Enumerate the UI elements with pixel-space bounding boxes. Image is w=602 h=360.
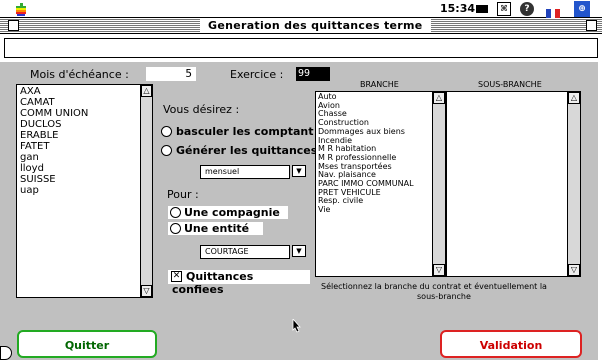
- periodicity-dropdown-arrow-icon[interactable]: ▼: [292, 165, 306, 177]
- application-menu-icon[interactable]: ⊕: [574, 1, 590, 17]
- basculer-radio[interactable]: [161, 126, 172, 137]
- window-title-bar[interactable]: Generation des quittances terme: [0, 18, 602, 34]
- vous-desirez-label: Vous désirez :: [163, 103, 240, 116]
- quit-button[interactable]: Quitter: [17, 330, 157, 358]
- sous-branche-list[interactable]: △ ▽: [446, 91, 581, 277]
- quittances-confiees-option[interactable]: ✕ Quittances confiees: [168, 270, 310, 296]
- company-list-item[interactable]: SUISSE: [20, 174, 138, 185]
- company-list-item[interactable]: gan: [20, 152, 138, 163]
- help-icon[interactable]: ?: [520, 2, 534, 16]
- entite-radio[interactable]: [170, 223, 181, 234]
- menubar-clock: 15:34: [440, 2, 476, 15]
- instruction-line-1: Sélectionnez la branche du contrat et év…: [321, 282, 547, 291]
- branche-list[interactable]: Auto Avion Chasse Construction Dommages aux …: [315, 91, 446, 277]
- sous-branche-list-scrollbar[interactable]: △ ▽: [567, 92, 580, 276]
- validate-button[interactable]: Validation: [440, 330, 582, 358]
- branche-list-item[interactable]: Resp. civile: [318, 197, 430, 206]
- company-list-item[interactable]: DUCLOS: [20, 119, 138, 130]
- zoom-box-icon[interactable]: [586, 20, 597, 31]
- branche-header: BRANCHE: [360, 80, 399, 89]
- periodicity-dropdown[interactable]: mensuel: [200, 165, 290, 179]
- company-list-item[interactable]: CAMAT: [20, 97, 138, 108]
- company-list-item[interactable]: AXA: [20, 86, 138, 97]
- quittances-confiees-checkbox[interactable]: ✕: [171, 271, 182, 282]
- company-list-item[interactable]: lloyd: [20, 163, 138, 174]
- scroll-down-arrow-icon[interactable]: ▽: [141, 285, 152, 297]
- pour-label: Pour :: [167, 188, 199, 201]
- company-list[interactable]: AXA CAMAT COMM UNION DUCLOS ERABLE FATET gan ll…: [16, 84, 153, 298]
- mouse-cursor-icon: [292, 317, 302, 333]
- mois-field[interactable]: 5: [146, 67, 196, 81]
- compagnie-option[interactable]: Une compagnie: [168, 206, 288, 219]
- generer-radio[interactable]: [161, 145, 172, 156]
- scroll-down-arrow-icon[interactable]: ▽: [433, 264, 445, 276]
- close-box-icon[interactable]: [8, 20, 19, 31]
- network-icon[interactable]: ⌘: [497, 2, 511, 16]
- company-list-item[interactable]: COMM UNION: [20, 108, 138, 119]
- entity-dropdown-arrow-icon[interactable]: ▼: [292, 245, 306, 257]
- scroll-up-arrow-icon[interactable]: △: [141, 85, 152, 97]
- exercice-label: Exercice :: [230, 68, 284, 81]
- menu-bar: 15:34 ⌘ ? ⊕: [0, 0, 602, 19]
- compagnie-radio[interactable]: [170, 207, 181, 218]
- scroll-up-arrow-icon[interactable]: △: [568, 92, 580, 104]
- company-list-item[interactable]: FATET: [20, 141, 138, 152]
- scroll-down-arrow-icon[interactable]: ▽: [568, 264, 580, 276]
- company-list-item[interactable]: uap: [20, 185, 138, 196]
- branche-list-scrollbar[interactable]: △ ▽: [432, 92, 445, 276]
- window-title: Generation des quittances terme: [200, 19, 431, 33]
- generer-label[interactable]: Générer les quittances: [176, 144, 317, 157]
- scroll-up-arrow-icon[interactable]: △: [433, 92, 445, 104]
- exercice-field[interactable]: 99: [296, 67, 330, 81]
- basculer-label[interactable]: basculer les comptant: [176, 125, 313, 138]
- message-field[interactable]: [4, 38, 598, 58]
- keyboard-flag-icon[interactable]: [546, 4, 560, 19]
- apple-menu-icon[interactable]: [14, 2, 28, 16]
- battery-icon: [476, 5, 488, 13]
- mois-label: Mois d'échéance :: [30, 68, 129, 81]
- entity-dropdown[interactable]: COURTAGE: [200, 245, 290, 259]
- sous-branche-header: SOUS-BRANCHE: [478, 80, 542, 89]
- company-list-item[interactable]: ERABLE: [20, 130, 138, 141]
- instruction-line-2: sous-branche: [417, 292, 471, 301]
- entite-option[interactable]: Une entité: [168, 222, 263, 235]
- company-list-scrollbar[interactable]: △ ▽: [140, 85, 152, 297]
- branche-list-item[interactable]: Vie: [318, 205, 430, 215]
